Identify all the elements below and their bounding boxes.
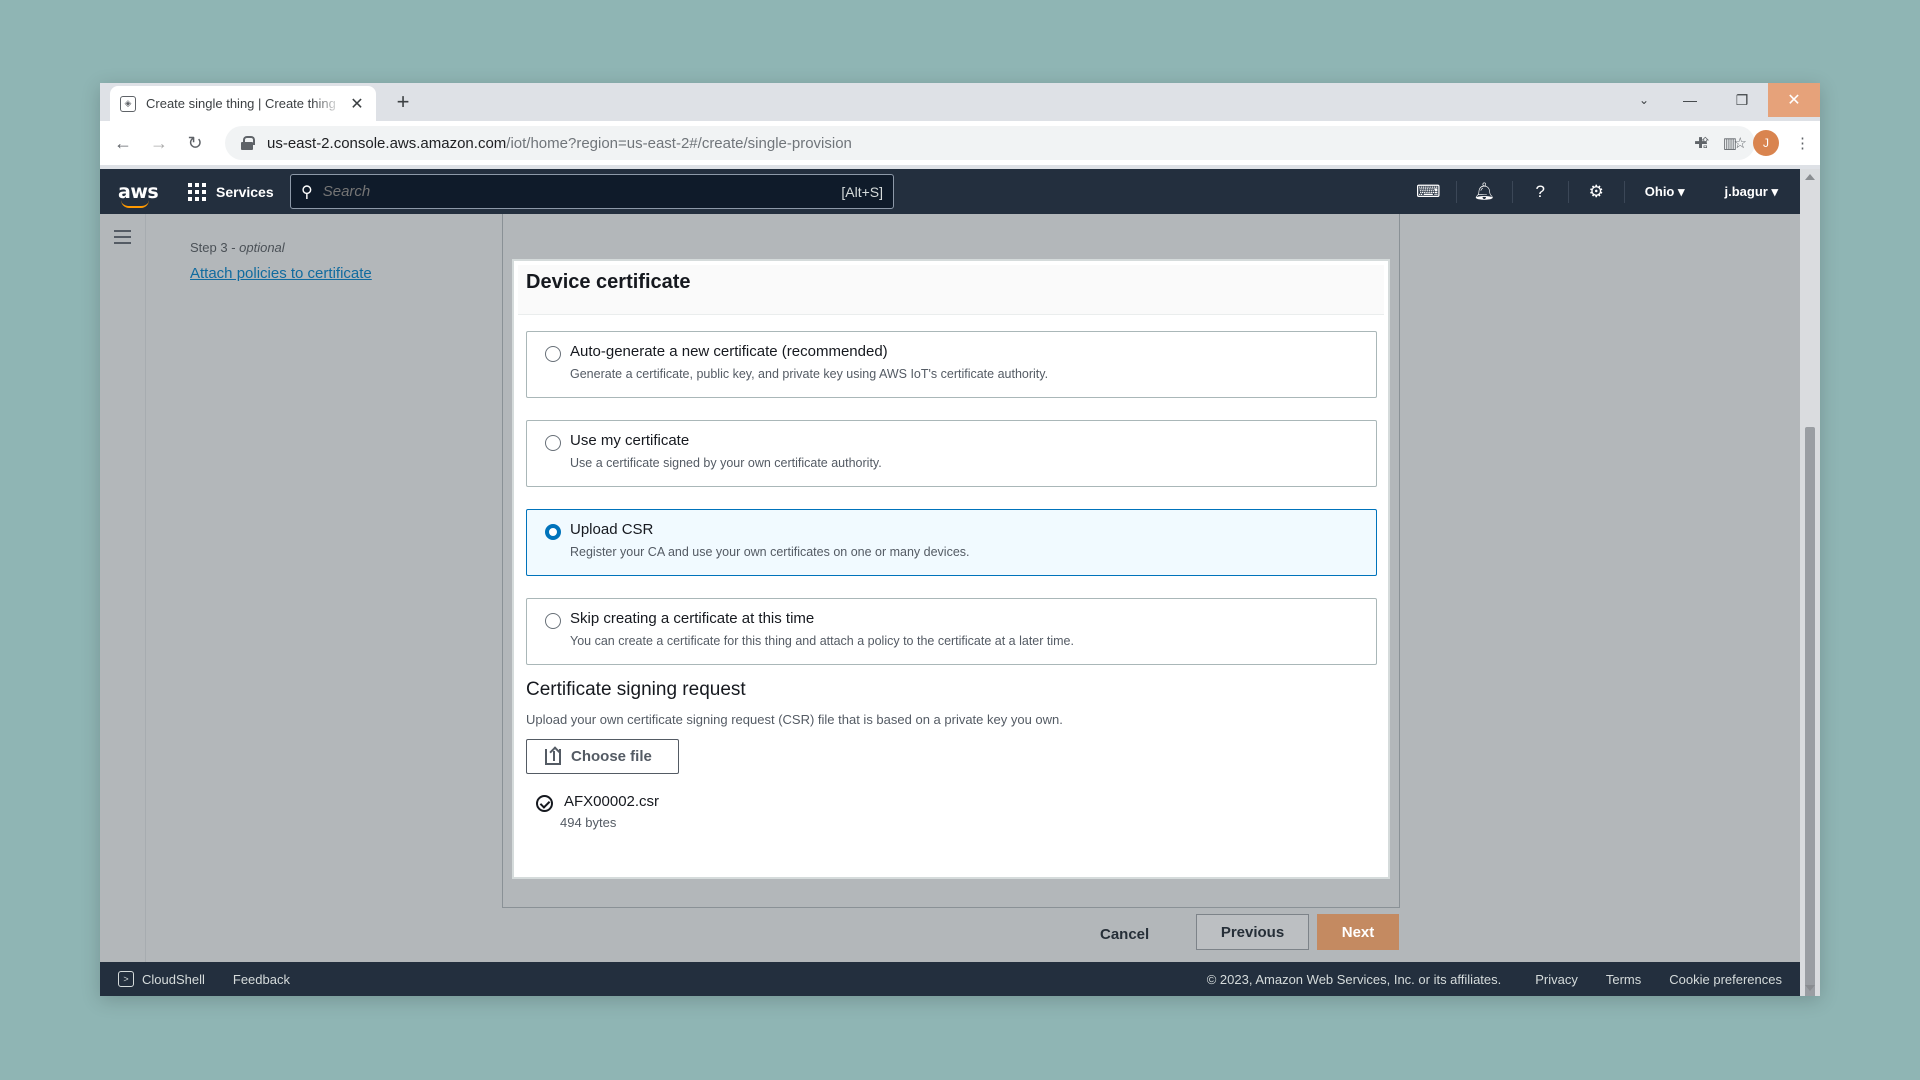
address-bar[interactable]: us-east-2.console.aws.amazon.com/iot/hom… bbox=[225, 126, 1755, 160]
terminal-icon: > bbox=[118, 971, 134, 987]
main-content: Step 3 - optional Attach policies to cer… bbox=[100, 214, 1800, 962]
footer-copyright: © 2023, Amazon Web Services, Inc. or its… bbox=[1206, 971, 1502, 987]
tab-title: Create single thing | Create thing bbox=[146, 96, 336, 111]
restore-icon[interactable]: ❐ bbox=[1716, 83, 1768, 117]
aws-logo[interactable]: aws bbox=[118, 181, 159, 208]
option-skip-certificate[interactable]: Skip creating a certificate at this time… bbox=[526, 598, 1377, 665]
option-title: Skip creating a certificate at this time bbox=[570, 610, 815, 627]
step-label: Step 3 - optional bbox=[190, 240, 372, 255]
card-title: Device certificate bbox=[526, 271, 691, 293]
option-use-my-certificate[interactable]: Use my certificate Use a certificate sig… bbox=[526, 420, 1377, 487]
services-label: Services bbox=[216, 183, 274, 200]
side-panel-icon[interactable]: ▥ bbox=[1723, 134, 1737, 152]
option-desc: Generate a certificate, public key, and … bbox=[570, 367, 1049, 381]
cancel-button[interactable]: Cancel bbox=[1100, 926, 1149, 943]
scroll-thumb[interactable] bbox=[1805, 427, 1815, 996]
aws-search-box[interactable]: ⚲ [Alt+S] bbox=[290, 174, 894, 209]
hamburger-menu-icon[interactable] bbox=[114, 230, 131, 244]
option-auto-generate[interactable]: Auto-generate a new certificate (recomme… bbox=[526, 331, 1377, 398]
scroll-down-arrow-icon[interactable] bbox=[1805, 985, 1815, 991]
extensions-puzzle-icon[interactable]: ✚ bbox=[1694, 134, 1707, 152]
upload-icon bbox=[545, 748, 561, 765]
help-icon[interactable]: ? bbox=[1513, 180, 1569, 203]
csr-section-title: Certificate signing request bbox=[526, 679, 746, 700]
new-tab-button[interactable]: + bbox=[390, 89, 416, 115]
option-title: Auto-generate a new certificate (recomme… bbox=[570, 343, 888, 360]
option-desc: Register your CA and use your own certif… bbox=[570, 545, 970, 559]
url-text[interactable]: us-east-2.console.aws.amazon.com/iot/hom… bbox=[267, 135, 852, 152]
console-footer: > CloudShell Feedback © 2023, Amazon Web… bbox=[100, 962, 1800, 996]
profile-avatar[interactable]: J bbox=[1753, 130, 1779, 156]
step-optional: optional bbox=[239, 240, 285, 255]
file-size: 494 bytes bbox=[560, 815, 617, 830]
account-menu[interactable]: j.bagur ▾ bbox=[1705, 184, 1800, 200]
check-circle-icon bbox=[536, 795, 553, 812]
uploaded-file: AFX00002.csr bbox=[536, 793, 659, 812]
side-rail bbox=[100, 214, 146, 962]
choose-file-label: Choose file bbox=[571, 748, 652, 765]
csr-section-desc: Upload your own certificate signing requ… bbox=[526, 712, 1063, 727]
minimize-icon[interactable]: — bbox=[1664, 83, 1716, 117]
scroll-up-arrow-icon[interactable] bbox=[1805, 174, 1815, 180]
footer-feedback[interactable]: Feedback bbox=[233, 972, 290, 987]
search-shortcut: [Alt+S] bbox=[841, 183, 883, 200]
lock-icon[interactable] bbox=[241, 136, 255, 150]
forward-icon[interactable]: → bbox=[142, 126, 176, 160]
services-menu[interactable]: Services bbox=[188, 182, 274, 201]
aws-search-input[interactable] bbox=[322, 183, 803, 200]
card-header: Device certificate bbox=[518, 265, 1384, 315]
browser-menu-icon[interactable]: ⋮ bbox=[1795, 134, 1810, 152]
url-host: us-east-2.console.aws.amazon.com bbox=[267, 134, 507, 152]
aws-top-nav: aws Services ⚲ [Alt+S] ⌨ 🔔︎ ? ⚙ Ohio ▾ j… bbox=[100, 169, 1800, 214]
tab-search-icon[interactable]: ⌄ bbox=[1624, 83, 1664, 117]
step-prefix: Step 3 - bbox=[190, 240, 240, 255]
tab-strip: ◈ Create single thing | Create thing ✕ +… bbox=[100, 83, 1820, 121]
search-icon: ⚲ bbox=[301, 183, 313, 201]
footer-cookie-preferences[interactable]: Cookie preferences bbox=[1669, 972, 1782, 987]
radio-use-my-certificate[interactable] bbox=[545, 435, 561, 451]
settings-gear-icon[interactable]: ⚙ bbox=[1569, 180, 1625, 203]
footer-terms[interactable]: Terms bbox=[1606, 972, 1641, 987]
option-title: Upload CSR bbox=[570, 521, 654, 538]
browser-tab[interactable]: ◈ Create single thing | Create thing ✕ bbox=[110, 86, 376, 121]
radio-skip-certificate[interactable] bbox=[545, 613, 561, 629]
option-upload-csr[interactable]: Upload CSR Register your CA and use your… bbox=[526, 509, 1377, 576]
next-button[interactable]: Next bbox=[1317, 914, 1399, 950]
services-grid-icon bbox=[188, 182, 206, 201]
browser-window: ◈ Create single thing | Create thing ✕ +… bbox=[100, 83, 1820, 996]
footer-cloudshell[interactable]: > CloudShell bbox=[118, 971, 205, 987]
reload-icon[interactable]: ↻ bbox=[178, 126, 212, 160]
cloudshell-label: CloudShell bbox=[142, 971, 205, 987]
file-name: AFX00002.csr bbox=[564, 793, 660, 810]
wizard-step-nav: Step 3 - optional Attach policies to cer… bbox=[190, 240, 372, 282]
cloudshell-icon[interactable]: ⌨ bbox=[1401, 180, 1457, 203]
back-icon[interactable]: ← bbox=[106, 126, 140, 160]
browser-toolbar: ← → ↻ us-east-2.console.aws.amazon.com/i… bbox=[100, 121, 1820, 165]
step-link-attach-policies[interactable]: Attach policies to certificate bbox=[190, 265, 372, 282]
region-selector[interactable]: Ohio ▾ bbox=[1625, 184, 1705, 200]
footer-privacy[interactable]: Privacy bbox=[1535, 972, 1578, 987]
choose-file-button[interactable]: Choose file bbox=[526, 739, 679, 774]
option-desc: Use a certificate signed by your own cer… bbox=[570, 456, 882, 470]
page-scrollbar[interactable] bbox=[1800, 169, 1820, 996]
device-certificate-card: Device certificate Auto-generate a new c… bbox=[512, 259, 1390, 879]
notifications-bell-icon[interactable]: 🔔︎ bbox=[1457, 180, 1513, 203]
radio-upload-csr[interactable] bbox=[545, 524, 561, 540]
option-title: Use my certificate bbox=[570, 432, 690, 449]
url-path: /iot/home?region=us-east-2#/create/singl… bbox=[506, 134, 852, 152]
close-tab-icon[interactable]: ✕ bbox=[348, 94, 366, 114]
favicon-icon: ◈ bbox=[120, 95, 136, 112]
previous-button[interactable]: Previous bbox=[1196, 914, 1309, 950]
extension-area: ✚ ▥ J ⋮ bbox=[1694, 126, 1810, 160]
option-desc: You can create a certificate for this th… bbox=[570, 634, 1074, 648]
radio-auto-generate[interactable] bbox=[545, 346, 561, 362]
window-controls: ⌄ — ❐ ✕ bbox=[1624, 83, 1820, 117]
close-window-icon[interactable]: ✕ bbox=[1768, 83, 1820, 117]
